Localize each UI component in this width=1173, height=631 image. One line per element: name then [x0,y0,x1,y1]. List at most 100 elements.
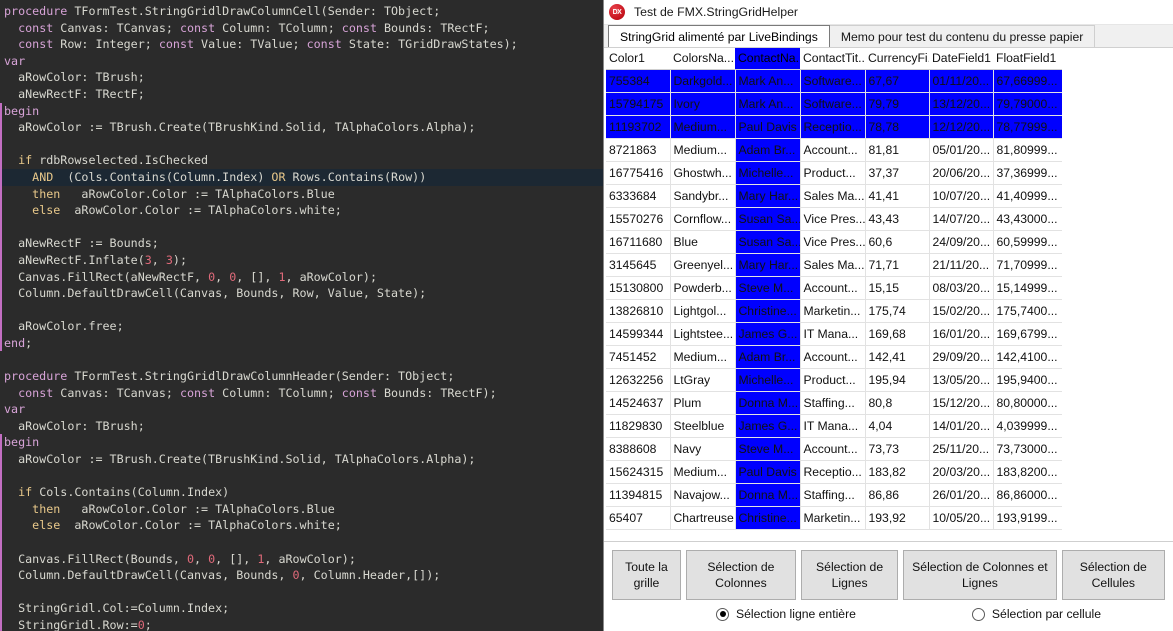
source-code[interactable]: procedure TFormTest.StringGridlDrawColum… [0,0,603,631]
table-row[interactable]: 15794175 Ivory Mark An... Software... 79,79 1… [606,92,1062,116]
grid-cell[interactable]: 65407 [606,506,671,530]
grid-cell[interactable]: Medium... [670,115,736,139]
grid-cell[interactable]: Lightgol... [670,299,736,323]
code-editor-pane[interactable]: procedure TFormTest.StringGridlDrawColum… [0,0,603,631]
grid-cell[interactable]: 16775416 [606,161,671,185]
grid-cell[interactable]: IT Mana... [800,322,866,346]
grid-cell[interactable]: Receptio... [800,460,866,484]
grid-cell[interactable]: Susan Sa... [735,207,801,231]
grid-cell[interactable]: Plum [670,391,736,415]
grid-cell[interactable]: 12632256 [606,368,671,392]
grid-cell[interactable]: 15,15 [865,276,930,300]
table-row[interactable]: 14524637 Plum Donna M... Staffing... 80,8 15/… [606,391,1062,415]
grid-cell[interactable]: 7451452 [606,345,671,369]
grid-cell[interactable]: Ghostwh... [670,161,736,185]
grid-cell[interactable]: 41,41 [865,184,930,208]
grid-cell[interactable]: 24/09/20... [929,230,994,254]
grid-cell[interactable]: 142,4100... [993,345,1062,369]
grid-cell[interactable]: Blue [670,230,736,254]
grid-column-header[interactable]: CurrencyFi... [865,48,929,70]
grid-cell[interactable]: Receptio... [800,115,866,139]
table-row[interactable]: 8721863 Medium... Adam Br... Account... 81,8… [606,138,1062,162]
grid-cell[interactable]: 43,43 [865,207,930,231]
table-row[interactable]: 11829830 Steelblue James G... IT Mana... 4,0… [606,414,1062,438]
grid-cell[interactable]: 15624315 [606,460,671,484]
grid-cell[interactable]: 142,41 [865,345,930,369]
table-row[interactable]: 16775416 Ghostwh... Michelle... Product... 3… [606,161,1062,185]
grid-cell[interactable]: 71,70999... [993,253,1062,277]
table-row[interactable]: 6333684 Sandybr... Mary Har... Sales Ma... 4… [606,184,1062,208]
grid-cell[interactable]: LtGray [670,368,736,392]
grid-cell[interactable]: 6333684 [606,184,671,208]
grid-cell[interactable]: 80,8 [865,391,930,415]
grid-cell[interactable]: 79,79 [865,92,930,116]
grid-cell[interactable]: 81,81 [865,138,930,162]
tab-stringgrid[interactable]: StringGrid alimenté par LiveBindings [608,25,830,47]
grid-cell[interactable]: 71,71 [865,253,930,277]
grid-cell[interactable]: 4,04 [865,414,930,438]
grid-body[interactable]: 755384 Darkgold... Mark An... Software... 67… [606,69,1062,530]
grid-cell[interactable]: 3145645 [606,253,671,277]
grid-cell[interactable]: Vice Pres... [800,230,866,254]
grid-cell[interactable]: Ivory [670,92,736,116]
grid-cell[interactable]: 80,80000... [993,391,1062,415]
grid-cell[interactable]: Navy [670,437,736,461]
table-row[interactable]: 755384 Darkgold... Mark An... Software... 67… [606,69,1062,93]
radio-selection-par-cellule[interactable]: Sélection par cellule [971,607,1101,621]
grid-cell[interactable]: 60,59999... [993,230,1062,254]
grid-cell[interactable]: 67,67 [865,69,930,93]
grid-cell[interactable]: 37,37 [865,161,930,185]
grid-cell[interactable]: 10/07/20... [929,184,994,208]
grid-cell[interactable]: 175,7400... [993,299,1062,323]
grid-column-header[interactable]: ContactTit... [800,48,865,70]
grid-cell[interactable]: 195,9400... [993,368,1062,392]
table-row[interactable]: 12632256 LtGray Michelle... Product... 195,9… [606,368,1062,392]
grid-cell[interactable]: 13826810 [606,299,671,323]
grid-cell[interactable]: Greenyel... [670,253,736,277]
grid-cell[interactable]: 14599344 [606,322,671,346]
grid-cell[interactable]: Donna M... [735,483,801,507]
string-grid-container[interactable]: Color1 ColorsNa... ContactNa... ContactTit.… [604,48,1173,541]
grid-cell[interactable]: 175,74 [865,299,930,323]
table-row[interactable]: 14599344 Lightstee... James G... IT Mana...… [606,322,1062,346]
grid-cell[interactable]: 21/11/20... [929,253,994,277]
grid-cell[interactable]: James G... [735,414,801,438]
grid-cell[interactable]: Steve M... [735,276,801,300]
table-row[interactable]: 11193702 Medium... Paul Davis Receptio... 78… [606,115,1062,139]
grid-cell[interactable]: Mary Har... [735,184,801,208]
grid-cell[interactable]: 15570276 [606,207,671,231]
grid-cell[interactable]: 01/11/20... [929,69,994,93]
grid-column-header[interactable]: DateField1 [929,48,993,70]
button-selection-de-colonnes-et-lignes[interactable]: Sélection de Colonnes et Lignes [903,550,1057,600]
tab-memo[interactable]: Memo pour test du contenu du presse papi… [828,25,1096,47]
table-row[interactable]: 3145645 Greenyel... Mary Har... Sales Ma...… [606,253,1062,277]
grid-header-row[interactable]: Color1 ColorsNa... ContactNa... ContactTit.… [606,48,1062,70]
grid-cell[interactable]: Adam Br... [735,345,801,369]
grid-cell[interactable]: IT Mana... [800,414,866,438]
grid-cell[interactable]: 193,92 [865,506,930,530]
grid-cell[interactable]: Navajow... [670,483,736,507]
grid-cell[interactable]: Powderb... [670,276,736,300]
grid-cell[interactable]: 20/06/20... [929,161,994,185]
grid-cell[interactable]: Christine... [735,506,801,530]
grid-cell[interactable]: 13/12/20... [929,92,994,116]
grid-cell[interactable]: Adam Br... [735,138,801,162]
grid-cell[interactable]: 755384 [606,69,671,93]
grid-cell[interactable]: 73,73000... [993,437,1062,461]
table-row[interactable]: 15624315 Medium... Paul Davis Receptio... 18… [606,460,1062,484]
table-row[interactable]: 65407 Chartreuse Christine... Marketin... 19… [606,506,1062,530]
grid-column-header[interactable]: Color1 [606,48,670,70]
grid-cell[interactable]: Donna M... [735,391,801,415]
grid-cell[interactable]: Medium... [670,460,736,484]
table-row[interactable]: 11394815 Navajow... Donna M... Staffing... 8… [606,483,1062,507]
grid-cell[interactable]: 16/01/20... [929,322,994,346]
grid-cell[interactable]: Cornflow... [670,207,736,231]
grid-cell[interactable]: 183,8200... [993,460,1062,484]
grid-cell[interactable]: 14/07/20... [929,207,994,231]
grid-cell[interactable]: Christine... [735,299,801,323]
button-selection-de-colonnes[interactable]: Sélection de Colonnes [685,550,796,600]
grid-cell[interactable]: 08/03/20... [929,276,994,300]
grid-cell[interactable]: 16711680 [606,230,671,254]
button-toute-la-grille[interactable]: Toute la grille [612,550,681,600]
grid-cell[interactable]: Mary Har... [735,253,801,277]
